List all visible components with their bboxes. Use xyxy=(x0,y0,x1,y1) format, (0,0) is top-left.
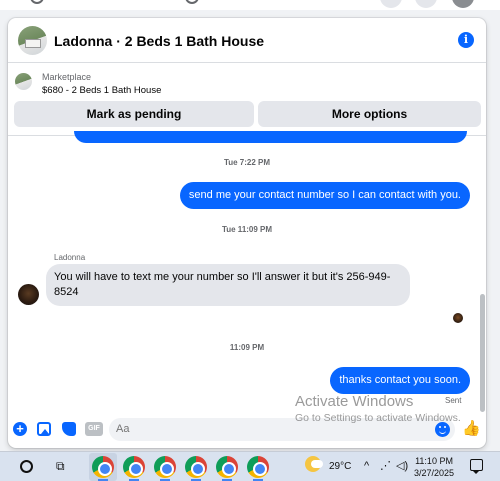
chrome-icon[interactable] xyxy=(154,456,176,478)
screen: Ladonna · 2 Beds 1 Bath House i Marketpl… xyxy=(0,0,500,481)
emoji-icon[interactable] xyxy=(435,422,450,437)
temperature[interactable]: 29°C xyxy=(329,461,351,472)
chat-header[interactable]: Ladonna · 2 Beds 1 Bath House i xyxy=(8,18,486,63)
message-input[interactable] xyxy=(109,418,455,441)
message-status: Sent xyxy=(445,396,462,405)
gif-button[interactable]: GIF xyxy=(85,422,103,436)
outgoing-message[interactable]: send me your contact number so I can con… xyxy=(179,182,470,209)
clock[interactable]: 11:10 PM 3/27/2025 xyxy=(414,455,454,479)
message-list: Tue 7:22 PM send me your contact number … xyxy=(8,131,486,417)
weather-icon[interactable] xyxy=(305,456,323,472)
account-avatar[interactable] xyxy=(452,0,474,8)
more-options-button[interactable]: More options xyxy=(258,101,481,127)
listing-summary[interactable]: $680 - 2 Beds 1 Bath House xyxy=(42,85,161,96)
chrome-icon[interactable] xyxy=(247,456,269,478)
notification-icon[interactable] xyxy=(470,459,483,474)
sender-avatar[interactable] xyxy=(18,284,39,305)
chrome-icon[interactable] xyxy=(185,456,207,478)
listing-small-thumbnail[interactable] xyxy=(15,73,32,90)
chrome-icon[interactable] xyxy=(123,456,145,478)
sticker-icon[interactable] xyxy=(62,422,76,436)
incoming-message[interactable]: You will have to text me your number so … xyxy=(46,264,410,306)
timestamp: Tue 11:09 PM xyxy=(221,225,273,234)
chrome-icon[interactable] xyxy=(92,456,114,478)
info-icon[interactable]: i xyxy=(458,32,474,48)
sender-name: Ladonna xyxy=(54,253,86,262)
time: 11:10 PM xyxy=(415,456,453,466)
timestamp: Tue 7:22 PM xyxy=(223,158,271,167)
taskbar: ⧉ 29°C ^ ⋰ ◁) 11:10 PM 3/27/2025 xyxy=(0,451,500,481)
timestamp: 11:09 PM xyxy=(229,343,265,352)
message-composer: + GIF 👍 xyxy=(8,414,486,448)
marketplace-listing: Marketplace $680 - 2 Beds 1 Bath House M… xyxy=(8,64,486,136)
mark-as-pending-button[interactable]: Mark as pending xyxy=(14,101,254,127)
thumbs-up-icon[interactable]: 👍 xyxy=(462,420,481,437)
seen-avatar xyxy=(453,313,463,323)
network-icon[interactable]: ⋰ xyxy=(380,460,391,473)
message-bubble-partial xyxy=(74,131,467,143)
photo-icon[interactable] xyxy=(37,422,51,436)
listing-thumbnail[interactable] xyxy=(18,26,47,55)
scrollbar-thumb[interactable] xyxy=(480,294,485,412)
menu-icon[interactable] xyxy=(380,0,402,8)
task-view-icon[interactable]: ⧉ xyxy=(56,460,70,473)
chat-title[interactable]: Ladonna · 2 Beds 1 Bath House xyxy=(54,33,264,49)
notifications-icon[interactable] xyxy=(415,0,437,8)
chevron-up-icon[interactable]: ^ xyxy=(364,460,369,473)
chat-window: Ladonna · 2 Beds 1 Bath House i Marketpl… xyxy=(8,18,486,448)
plus-icon[interactable]: + xyxy=(13,422,27,436)
chrome-icon[interactable] xyxy=(216,456,238,478)
outgoing-message[interactable]: thanks contact you soon. xyxy=(330,367,470,394)
volume-icon[interactable]: ◁) xyxy=(396,460,408,473)
search-circle-icon[interactable] xyxy=(20,460,33,473)
pages-icon[interactable] xyxy=(30,0,44,4)
date: 3/27/2025 xyxy=(414,468,455,478)
facebook-top-bar xyxy=(0,0,500,10)
friends-icon[interactable] xyxy=(185,0,199,4)
listing-source: Marketplace xyxy=(42,72,92,82)
